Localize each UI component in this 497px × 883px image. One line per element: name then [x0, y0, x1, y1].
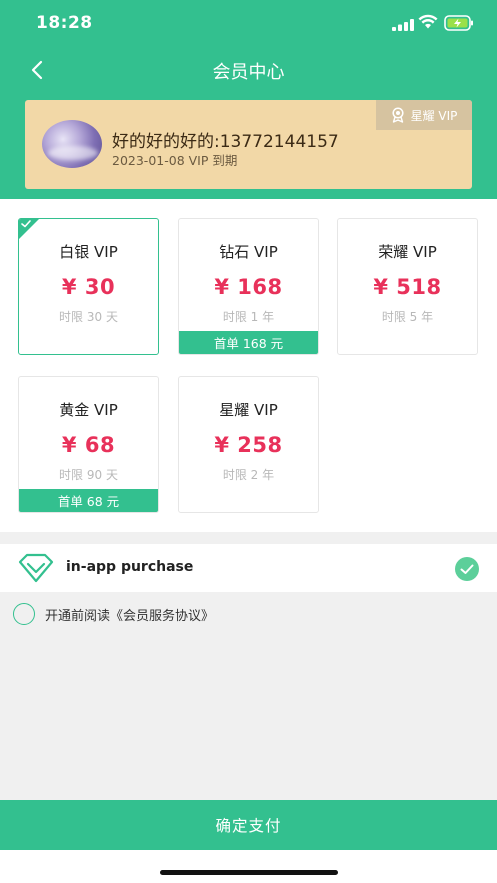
bottom-safe-area	[0, 850, 497, 883]
member-info-card: 好的好的好的:13772144157 2023-01-08 VIP 到期 星耀 …	[25, 100, 472, 189]
plan-card-gold[interactable]: 黄金 VIP ¥ 68 时限 90 天 首单 68 元	[18, 376, 159, 513]
plan-price: ¥ 68	[61, 433, 116, 457]
medal-icon	[392, 107, 404, 123]
payment-method-label: in-app purchase	[66, 559, 194, 575]
payment-method-row[interactable]: in-app purchase	[0, 544, 497, 592]
plan-name: 星耀 VIP	[219, 401, 278, 419]
avatar[interactable]	[42, 120, 102, 168]
service-agreement-link[interactable]: 《会员服务协议》	[110, 609, 214, 624]
plan-duration: 时限 5 年	[381, 310, 434, 324]
plan-card-diamond[interactable]: 钻石 VIP ¥ 168 时限 1 年 首单 168 元	[178, 218, 319, 355]
plan-duration: 时限 1 年	[222, 310, 275, 324]
status-time: 18:28	[36, 13, 93, 33]
plan-price: ¥ 258	[214, 433, 283, 457]
confirm-payment-button[interactable]: 确定支付	[0, 800, 497, 850]
level-badge-label: 星耀 VIP	[410, 108, 458, 123]
agreement-prefix: 开通前阅读	[45, 609, 111, 624]
status-bar: 18:28	[0, 0, 497, 48]
member-level-badge: 星耀 VIP	[376, 100, 472, 130]
member-name: 好的好的好的:13772144157	[112, 132, 339, 152]
check-icon	[21, 220, 31, 228]
plan-duration: 时限 2 年	[222, 468, 275, 482]
agreement-checkbox[interactable]	[13, 603, 35, 625]
battery-charging-icon	[444, 15, 474, 35]
plan-name: 荣耀 VIP	[378, 243, 437, 261]
plan-card-star[interactable]: 星耀 VIP ¥ 258 时限 2 年	[178, 376, 319, 513]
diamond-icon	[18, 553, 54, 583]
check-circle-icon	[455, 557, 479, 581]
plan-duration: 时限 30 天	[59, 310, 118, 324]
wifi-icon	[418, 14, 438, 33]
member-expiry: 2023-01-08 VIP 到期	[112, 153, 238, 168]
plan-card-silver[interactable]: 白银 VIP ¥ 30 时限 30 天	[18, 218, 159, 355]
plan-price: ¥ 30	[61, 275, 116, 299]
nav-bar: 会员中心	[0, 48, 497, 92]
plan-promo-badge: 首单 168 元	[179, 331, 318, 354]
plan-name: 黄金 VIP	[59, 401, 118, 419]
plan-name: 白银 VIP	[59, 243, 118, 261]
plan-duration: 时限 90 天	[59, 468, 118, 482]
home-indicator	[160, 870, 338, 875]
plan-name: 钻石 VIP	[219, 243, 278, 261]
agreement-row: 开通前阅读《会员服务协议》	[0, 600, 497, 628]
plan-price: ¥ 518	[373, 275, 442, 299]
agreement-text: 开通前阅读《会员服务协议》	[45, 605, 214, 624]
vip-plans-panel: 白银 VIP ¥ 30 时限 30 天 钻石 VIP ¥ 168 时限 1 年 …	[0, 199, 497, 532]
plan-price: ¥ 168	[214, 275, 283, 299]
plan-card-glory[interactable]: 荣耀 VIP ¥ 518 时限 5 年	[337, 218, 478, 355]
page-title: 会员中心	[212, 62, 285, 83]
signal-icon	[392, 16, 414, 35]
plan-promo-badge: 首单 68 元	[19, 489, 158, 512]
